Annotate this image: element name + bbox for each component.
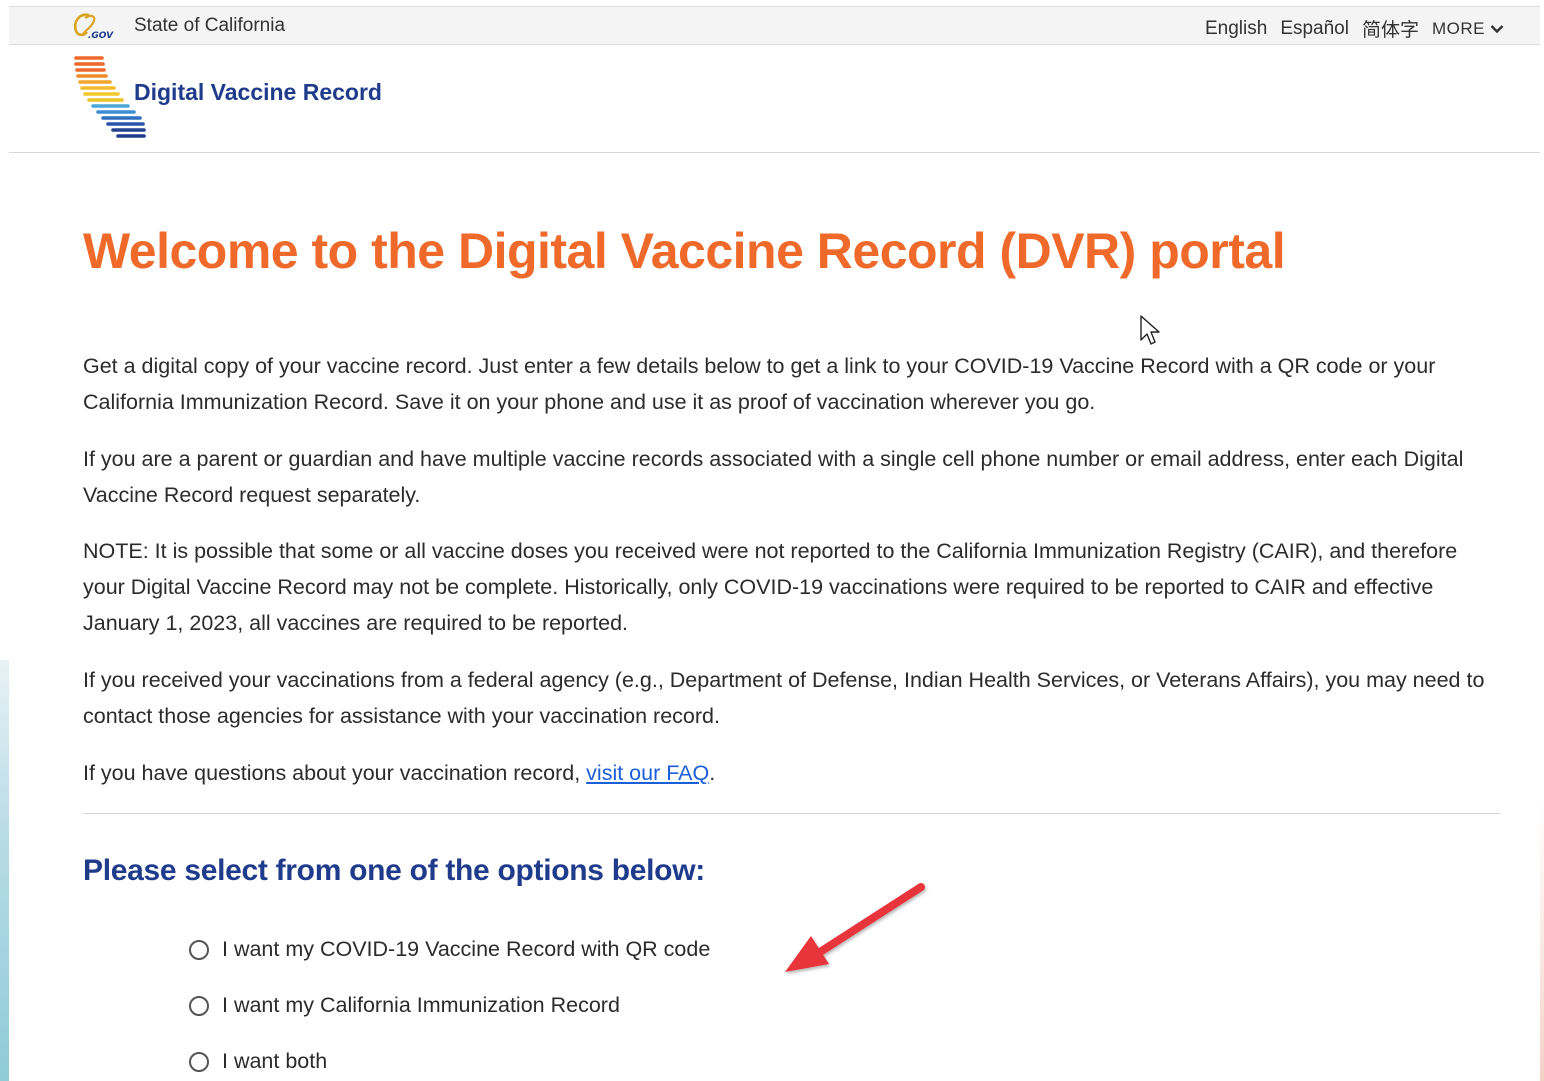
radio-icon[interactable] — [189, 939, 209, 960]
option-covid-record[interactable]: I want my COVID-19 Vaccine Record with Q… — [189, 937, 710, 962]
ca-gov-logo[interactable]: .GOV — [71, 12, 115, 40]
faq-suffix: . — [709, 761, 716, 785]
lang-chinese[interactable]: 简体字 — [1362, 15, 1419, 42]
note-paragraph: NOTE: It is possible that some or all va… — [83, 539, 1458, 635]
intro-paragraph-1: Get a digital copy of your vaccine recor… — [83, 354, 1436, 414]
faq-link[interactable]: visit our FAQ — [586, 761, 709, 785]
intro-paragraph-2: If you are a parent or guardian and have… — [83, 447, 1464, 507]
radio-icon[interactable] — [189, 1051, 209, 1072]
more-label: MORE — [1432, 18, 1485, 38]
radio-icon[interactable] — [189, 995, 209, 1016]
lang-spanish[interactable]: Español — [1280, 18, 1349, 40]
options-title: Please select from one of the options be… — [83, 854, 705, 887]
language-menu: English Español 简体字 MORE — [1205, 15, 1504, 42]
site-title[interactable]: Digital Vaccine Record — [134, 79, 382, 106]
annotation-arrow-icon — [785, 883, 925, 972]
option-label: I want my COVID-19 Vaccine Record with Q… — [222, 937, 711, 961]
section-divider — [83, 813, 1500, 814]
page-title: Welcome to the Digital Vaccine Record (D… — [83, 223, 1286, 279]
site-header: Digital Vaccine Record — [9, 44, 1540, 153]
option-label: I want my California Immunization Record — [222, 993, 620, 1017]
faq-paragraph: If you have questions about your vaccina… — [83, 755, 1503, 791]
utility-bar: .GOV State of California English Español… — [9, 6, 1540, 45]
option-both[interactable]: I want both — [189, 1049, 327, 1074]
option-immunization-record[interactable]: I want my California Immunization Record — [189, 993, 620, 1018]
chevron-down-icon — [1490, 24, 1504, 33]
page: .GOV State of California English Español… — [9, 0, 1540, 1081]
option-label: I want both — [222, 1049, 328, 1073]
state-of-california-label: State of California — [134, 15, 286, 36]
federal-agency-paragraph: If you received your vaccinations from a… — [83, 668, 1485, 728]
faq-prefix: If you have questions about your vaccina… — [83, 761, 587, 785]
mouse-cursor-icon — [1140, 315, 1160, 345]
svg-text:.GOV: .GOV — [88, 31, 114, 40]
lang-english[interactable]: English — [1205, 18, 1267, 40]
more-languages-button[interactable]: MORE — [1432, 19, 1504, 39]
left-edge-decoration — [0, 660, 9, 1081]
